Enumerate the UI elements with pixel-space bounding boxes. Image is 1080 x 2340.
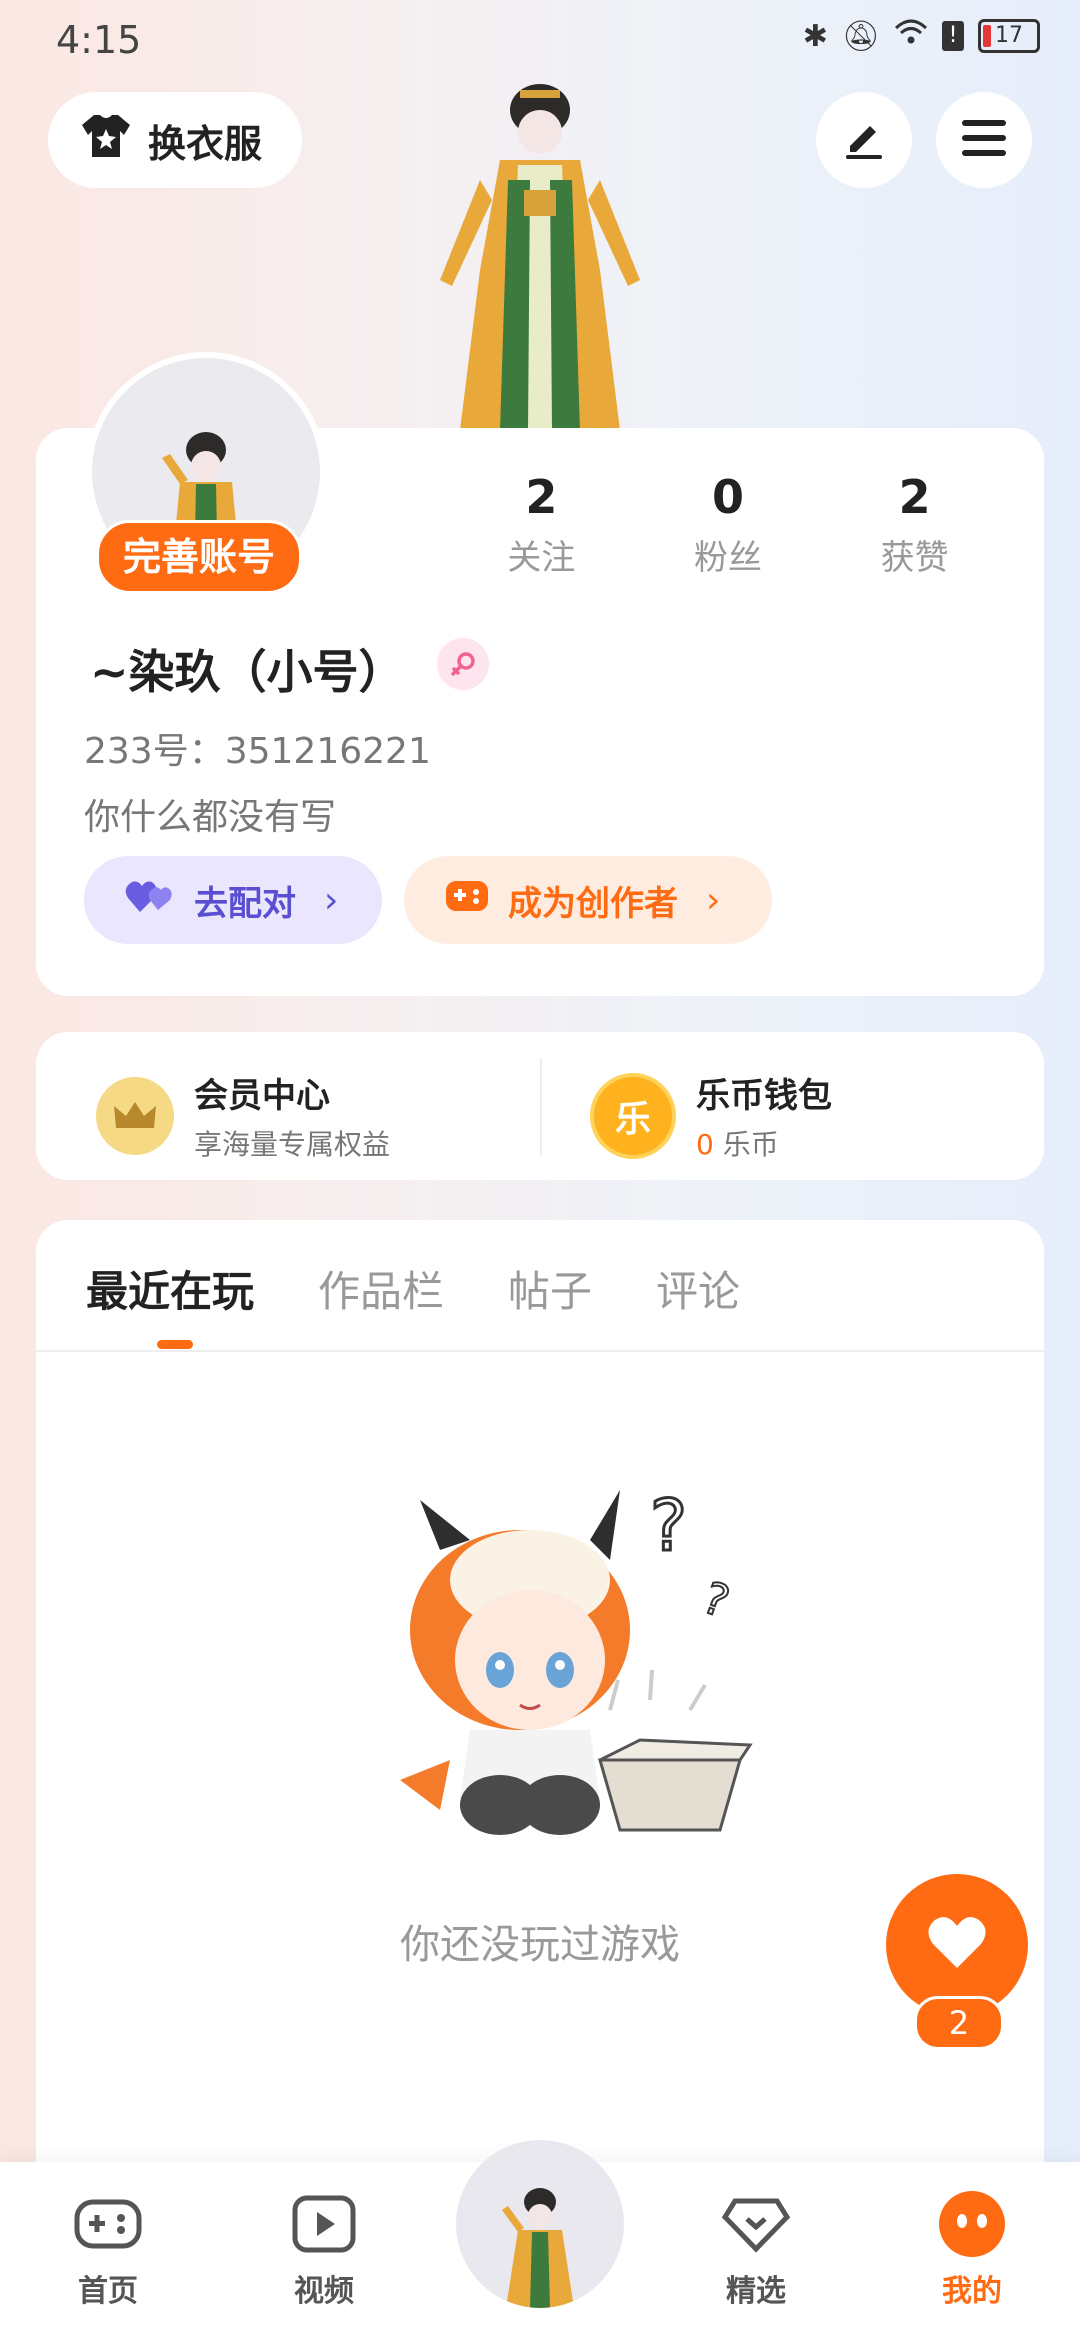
- divider: [540, 1058, 542, 1156]
- tshirt-icon: [80, 113, 132, 168]
- nickname: ~染玖（小号）: [90, 645, 405, 699]
- stat-label: 关注: [507, 538, 576, 578]
- pen-icon: [840, 114, 888, 166]
- change-outfit-label: 换衣服: [148, 121, 263, 166]
- wifi-icon: [894, 18, 928, 54]
- edit-button[interactable]: [816, 92, 912, 188]
- nav-me[interactable]: 我的: [902, 2188, 1042, 2310]
- creator-label: 成为创作者: [508, 883, 678, 924]
- vip-title: 会员中心: [194, 1076, 330, 1116]
- nav-featured[interactable]: 精选: [686, 2188, 826, 2310]
- like-fab[interactable]: [886, 1874, 1028, 2016]
- wallet-unit: 乐币: [722, 1128, 779, 1161]
- nav-home[interactable]: 首页: [38, 2188, 178, 2310]
- female-icon: [437, 638, 489, 690]
- stat-followers[interactable]: 0 粉丝: [635, 470, 822, 579]
- video-play-icon: [288, 2188, 360, 2260]
- svg-text:?: ?: [650, 1485, 687, 1567]
- vip-subtitle: 享海量专属权益: [194, 1128, 391, 1161]
- chevron-right-icon: ›: [324, 879, 339, 921]
- stat-following[interactable]: 2 关注: [448, 470, 635, 579]
- menu-button[interactable]: [936, 92, 1032, 188]
- face-icon: [936, 2188, 1008, 2260]
- stat-value: 2: [898, 470, 931, 524]
- empty-state-illustration: ? ?: [400, 1484, 753, 1835]
- chevron-right-icon: ›: [706, 879, 721, 921]
- like-count-badge: 2: [914, 1996, 1004, 2050]
- stat-value: 2: [525, 470, 558, 524]
- tab-indicator: [157, 1340, 193, 1349]
- mute-icon: 🔕︎: [841, 18, 880, 54]
- tab-recent[interactable]: 最近在玩: [86, 1258, 254, 1319]
- pair-label: 去配对: [194, 883, 296, 924]
- wallet-title: 乐币钱包: [696, 1076, 832, 1116]
- wallet-amount: 0: [696, 1128, 714, 1161]
- gamepad-icon: [444, 877, 490, 924]
- coin-icon: 乐: [590, 1072, 676, 1159]
- nav-label: 精选: [726, 2274, 786, 2309]
- crown-icon: [96, 1076, 174, 1155]
- content-tabs: 最近在玩 作品栏 帖子 评论: [86, 1258, 740, 1319]
- tab-posts[interactable]: 帖子: [508, 1258, 592, 1319]
- battery-icon: 17: [978, 19, 1040, 53]
- bluetooth-icon: ✱: [802, 18, 828, 54]
- tab-works[interactable]: 作品栏: [318, 1258, 444, 1319]
- wallet-balance: 0 乐币: [696, 1123, 832, 1163]
- hamburger-icon: [960, 118, 1008, 162]
- stat-label: 粉丝: [694, 538, 762, 578]
- alert-icon: !: [942, 21, 964, 51]
- pair-button[interactable]: 去配对 ›: [84, 856, 382, 944]
- become-creator-button[interactable]: 成为创作者 ›: [404, 856, 772, 944]
- coin-char: 乐: [614, 1098, 651, 1140]
- gamepad-icon: [72, 2188, 144, 2260]
- profile-stats: 2 关注 0 粉丝 2 获赞: [448, 470, 1008, 579]
- avatar-character[interactable]: [400, 70, 680, 430]
- nav-label: 视频: [294, 2274, 354, 2309]
- user-id: 233号：351216221: [84, 731, 431, 772]
- stat-label: 获赞: [880, 538, 949, 578]
- complete-account-button[interactable]: 完善账号: [96, 520, 303, 594]
- bio: 你什么都没有写: [84, 797, 337, 838]
- nav-avatar-button[interactable]: [456, 2140, 624, 2308]
- vip-center-entry[interactable]: 会员中心 享海量专属权益: [96, 1068, 390, 1163]
- nav-video[interactable]: 视频: [254, 2188, 394, 2310]
- status-time: 4:15: [56, 18, 142, 62]
- svg-text:?: ?: [696, 1572, 735, 1628]
- nav-label: 我的: [942, 2274, 1002, 2309]
- heart-gem-icon: [720, 2188, 792, 2260]
- change-outfit-button[interactable]: 换衣服: [48, 92, 303, 188]
- heart-icon: [925, 1914, 989, 1976]
- tab-comments[interactable]: 评论: [656, 1258, 740, 1319]
- status-icons: ✱ 🔕︎ ! 17: [803, 18, 1040, 54]
- hearts-icon: [124, 876, 176, 925]
- nav-label: 首页: [78, 2274, 138, 2309]
- tab-divider: [36, 1350, 1044, 1352]
- wallet-entry[interactable]: 乐 乐币钱包 0 乐币: [590, 1068, 832, 1163]
- stat-value: 0: [712, 470, 745, 524]
- stat-likes[interactable]: 2 获赞: [821, 470, 1008, 579]
